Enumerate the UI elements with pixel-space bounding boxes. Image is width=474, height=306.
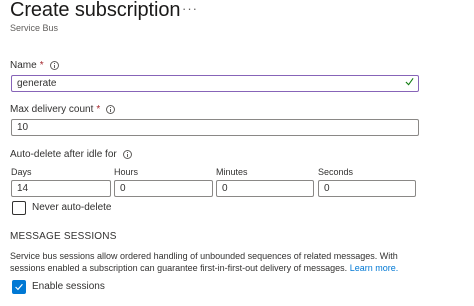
name-input[interactable]: generate bbox=[11, 75, 419, 92]
hours-input[interactable]: 0 bbox=[114, 180, 213, 197]
page-subtitle: Service Bus bbox=[10, 23, 59, 33]
valid-check-icon bbox=[405, 78, 414, 86]
description-line-2: sessions enabled a subscription can guar… bbox=[10, 262, 348, 273]
required-marker: * bbox=[39, 60, 44, 71]
more-horizontal-icon[interactable]: ··· bbox=[182, 1, 198, 16]
page-title: Create subscription bbox=[10, 0, 181, 21]
hours-label: Hours bbox=[114, 167, 139, 177]
seconds-value: 0 bbox=[324, 183, 330, 194]
learn-more-link[interactable]: Learn more. bbox=[350, 263, 399, 273]
section-heading: MESSAGE SESSIONS bbox=[10, 231, 117, 242]
max-delivery-label-text: Max delivery count bbox=[10, 104, 94, 115]
minutes-input[interactable]: 0 bbox=[216, 180, 314, 197]
hours-value: 0 bbox=[120, 183, 126, 194]
name-label: Name * bbox=[10, 60, 59, 71]
info-icon[interactable] bbox=[106, 105, 116, 114]
days-input[interactable]: 14 bbox=[11, 180, 111, 197]
info-icon[interactable] bbox=[49, 61, 59, 70]
never-auto-delete-label: Never auto-delete bbox=[32, 202, 112, 213]
auto-delete-label-text: Auto-delete after idle for bbox=[10, 149, 117, 160]
enable-sessions-label: Enable sessions bbox=[32, 281, 105, 292]
seconds-input[interactable]: 0 bbox=[318, 180, 416, 197]
auto-delete-label: Auto-delete after idle for bbox=[10, 149, 132, 160]
max-delivery-value: 10 bbox=[17, 122, 29, 133]
info-icon[interactable] bbox=[122, 150, 132, 159]
required-marker: * bbox=[96, 104, 101, 115]
description-line-1: Service bus sessions allow ordered handl… bbox=[10, 251, 398, 261]
max-delivery-label: Max delivery count * bbox=[10, 104, 116, 115]
sessions-description: Service bus sessions allow ordered handl… bbox=[10, 251, 410, 274]
minutes-value: 0 bbox=[222, 183, 228, 194]
never-auto-delete-checkbox[interactable] bbox=[12, 201, 26, 215]
name-label-text: Name bbox=[10, 60, 37, 71]
enable-sessions-checkbox[interactable] bbox=[12, 280, 26, 294]
days-label: Days bbox=[11, 167, 32, 177]
name-input-value: generate bbox=[17, 78, 57, 89]
checkmark-icon bbox=[15, 283, 23, 291]
minutes-label: Minutes bbox=[216, 167, 248, 177]
seconds-label: Seconds bbox=[318, 167, 354, 177]
days-value: 14 bbox=[17, 183, 29, 194]
max-delivery-input[interactable]: 10 bbox=[11, 119, 419, 136]
